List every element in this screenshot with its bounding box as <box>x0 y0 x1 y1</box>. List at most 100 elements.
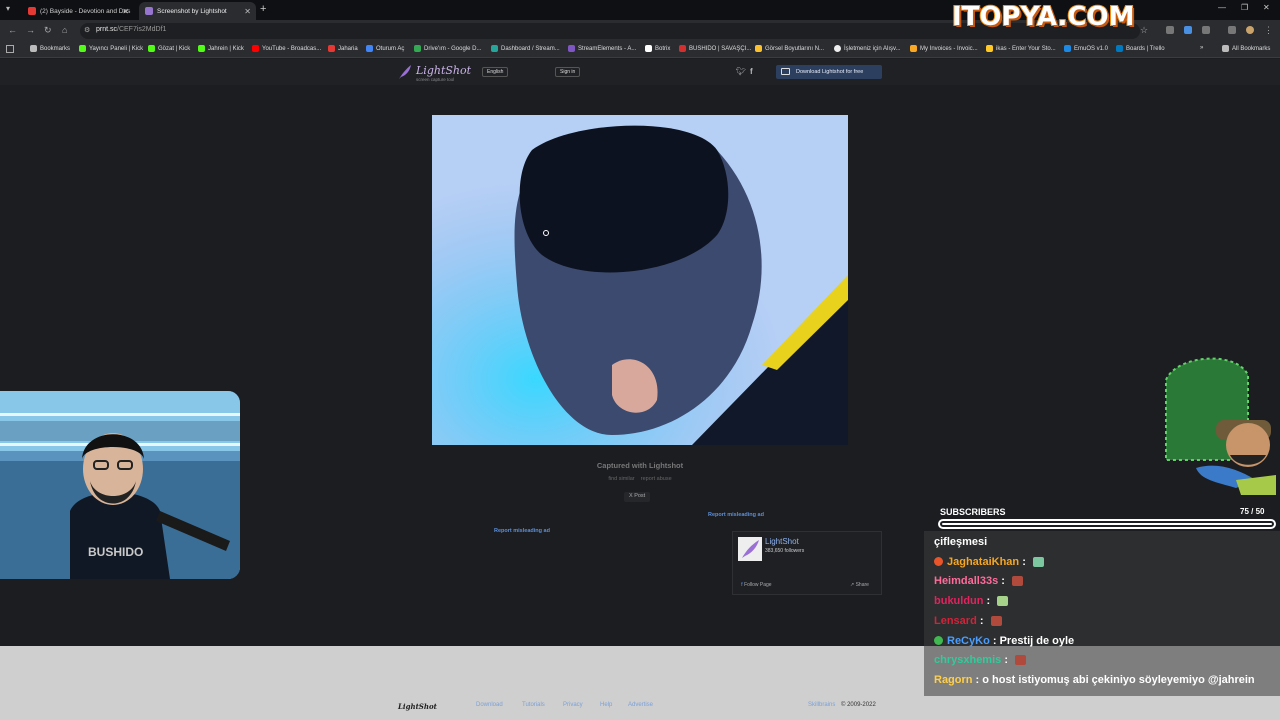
bookmark-item[interactable]: ikas - Enter Your Sto... <box>986 45 1056 52</box>
share-button[interactable]: ↗ Share <box>850 582 869 588</box>
page-avatar[interactable] <box>738 537 762 561</box>
language-select[interactable]: English <box>482 67 509 77</box>
youtube-icon <box>28 7 36 15</box>
tab-search-icon[interactable]: ▾ <box>6 4 10 13</box>
bookmark-item[interactable]: EmuOS v1.0 <box>1064 45 1108 52</box>
url-text: prnt.sc/CEF7is2MdDf1 <box>96 26 166 33</box>
bookmark-item[interactable]: Dashboard / Stream... <box>491 45 560 52</box>
bookmark-item[interactable]: Boards | Trello <box>1116 45 1165 52</box>
chat-username[interactable]: Ragorn <box>934 674 973 686</box>
bookmark-item[interactable]: BUSHIDO | SAVAŞÇI... <box>679 45 751 52</box>
footer-logo[interactable]: LightShot <box>398 702 437 711</box>
bookmark-item[interactable]: Bookmarks <box>30 45 70 52</box>
chat-username[interactable]: çifleşmesi <box>934 536 987 548</box>
bookmark-item[interactable]: İşletmeniz için Alışv... <box>834 45 901 52</box>
share-label: Share <box>855 582 869 588</box>
extension-icon[interactable] <box>1166 26 1174 34</box>
tab-title: (2) Bayside - Devotion and Des <box>40 7 131 15</box>
bookmark-item[interactable]: Gözat | Kick <box>148 45 190 52</box>
close-icon[interactable]: ✕ <box>122 7 129 16</box>
download-button[interactable]: Download Lightshot for free <box>776 65 882 79</box>
logo-text: LightShot <box>416 64 472 77</box>
follow-page-button[interactable]: f Follow Page <box>741 582 772 588</box>
new-tab-button[interactable]: + <box>260 3 266 15</box>
minimize-icon[interactable]: — <box>1218 3 1226 12</box>
bookmark-label: Boards | Trello <box>1126 45 1165 52</box>
site-info-icon[interactable]: ⚙ <box>84 26 90 34</box>
feather-icon <box>399 65 411 79</box>
footer-link-advertise[interactable]: Advertise <box>628 702 653 708</box>
chat-emote-icon <box>990 615 1002 626</box>
report-ad-link[interactable]: Report misleading ad <box>494 528 550 534</box>
home-icon[interactable]: ⌂ <box>62 25 67 35</box>
page-name[interactable]: LightShot <box>765 537 799 546</box>
close-icon[interactable]: ✕ <box>244 7 251 16</box>
find-similar-link[interactable]: find similar <box>608 476 634 482</box>
star-icon[interactable]: ☆ <box>1140 25 1148 36</box>
chat-emote-icon <box>1015 655 1027 666</box>
back-icon[interactable]: ← <box>8 25 17 35</box>
footer-link-privacy[interactable]: Privacy <box>563 702 583 708</box>
facebook-page-widget: LightShot 383,650 followers f Follow Pag… <box>732 531 882 595</box>
captured-screenshot[interactable] <box>432 115 848 445</box>
menu-icon[interactable]: ⋮ <box>1264 25 1273 36</box>
chat-message: chrysxhemis : <box>934 654 1027 666</box>
bookmark-label: YouTube - Broadcas... <box>262 45 322 52</box>
footer-link-download[interactable]: Download <box>476 702 503 708</box>
chat-username[interactable]: Heimdall33s <box>934 575 998 587</box>
site-icon <box>328 45 335 52</box>
bookmark-item[interactable]: Jahrein | Kick <box>198 45 244 52</box>
bookmark-item[interactable]: Oturum Aç <box>366 45 404 52</box>
chat-username[interactable]: Lensard <box>934 615 977 627</box>
more-bookmarks-icon[interactable]: » <box>1200 45 1203 51</box>
chat-username[interactable]: ReCyKo <box>947 635 990 647</box>
apps-grid-icon[interactable] <box>6 45 14 53</box>
x-post-button[interactable]: X Post <box>624 492 651 502</box>
chat-username[interactable]: JaghataiKhan <box>947 556 1019 568</box>
bookmark-item[interactable]: Botrix <box>645 45 670 52</box>
bookmark-item[interactable]: Görsel Boyutlarını N... <box>755 45 824 52</box>
downloads-icon[interactable] <box>1228 26 1236 34</box>
profile-avatar[interactable] <box>1246 26 1254 34</box>
chat-text: Prestij de oyle <box>999 634 1075 647</box>
bookmark-item[interactable]: My Invoices - Invoic... <box>910 45 978 52</box>
lightshot-header: LightShot screen capture tool English Si… <box>0 59 1280 85</box>
footer-link-skillbrains[interactable]: Skillbrains <box>808 702 835 708</box>
footer-link-tutorials[interactable]: Tutorials <box>522 702 545 708</box>
chat-username[interactable]: chrysxhemis <box>934 654 1001 666</box>
close-window-icon[interactable]: ✕ <box>1263 3 1270 12</box>
extension-icon[interactable] <box>1184 26 1192 34</box>
bookmark-label: Jahrein | Kick <box>208 45 244 52</box>
footer-link-help[interactable]: Help <box>600 702 612 708</box>
bookmark-item[interactable]: Jaharia <box>328 45 358 52</box>
follower-count: 383,650 followers <box>765 548 805 554</box>
bookmark-item[interactable]: StreamElements - A... <box>568 45 636 52</box>
youtube-icon <box>252 45 259 52</box>
chat-username[interactable]: bukuldun <box>934 595 984 607</box>
facebook-icon[interactable]: f <box>750 67 753 76</box>
bookmark-label: Bookmarks <box>40 45 71 52</box>
avatar-illustration <box>1165 357 1276 495</box>
report-ad-link[interactable]: Report misleading ad <box>708 512 764 518</box>
bookmark-item[interactable]: Yayıncı Paneli | Kick <box>79 45 143 52</box>
report-abuse-link[interactable]: report abuse <box>641 476 672 482</box>
sign-in-button[interactable]: Sign in <box>555 67 581 77</box>
chat-message: çifleşmesi <box>934 536 987 548</box>
site-icon <box>986 45 993 52</box>
drive-icon <box>414 45 421 52</box>
reload-icon[interactable]: ↻ <box>44 25 52 36</box>
tab-title: Screenshot by Lightshot <box>157 7 227 15</box>
tab-youtube[interactable]: (2) Bayside - Devotion and Des ✕ <box>22 2 134 20</box>
lightshot-icon <box>145 7 153 15</box>
bookmark-item[interactable]: All Bookmarks <box>1222 45 1270 52</box>
forward-icon[interactable]: → <box>26 25 35 35</box>
extensions-puzzle-icon[interactable] <box>1202 26 1210 34</box>
chat-badge-icon <box>934 636 943 645</box>
restore-icon[interactable]: ❐ <box>1241 3 1248 12</box>
twitter-icon[interactable]: 🐦︎ <box>736 67 746 76</box>
chat-badge-icon <box>934 557 943 567</box>
bookmark-item[interactable]: YouTube - Broadcas... <box>252 45 321 52</box>
bookmark-item[interactable]: Drive'ım - Google D... <box>414 45 482 52</box>
subscribers-progress-fill <box>942 523 1272 525</box>
tab-lightshot[interactable]: Screenshot by Lightshot ✕ <box>139 2 256 20</box>
